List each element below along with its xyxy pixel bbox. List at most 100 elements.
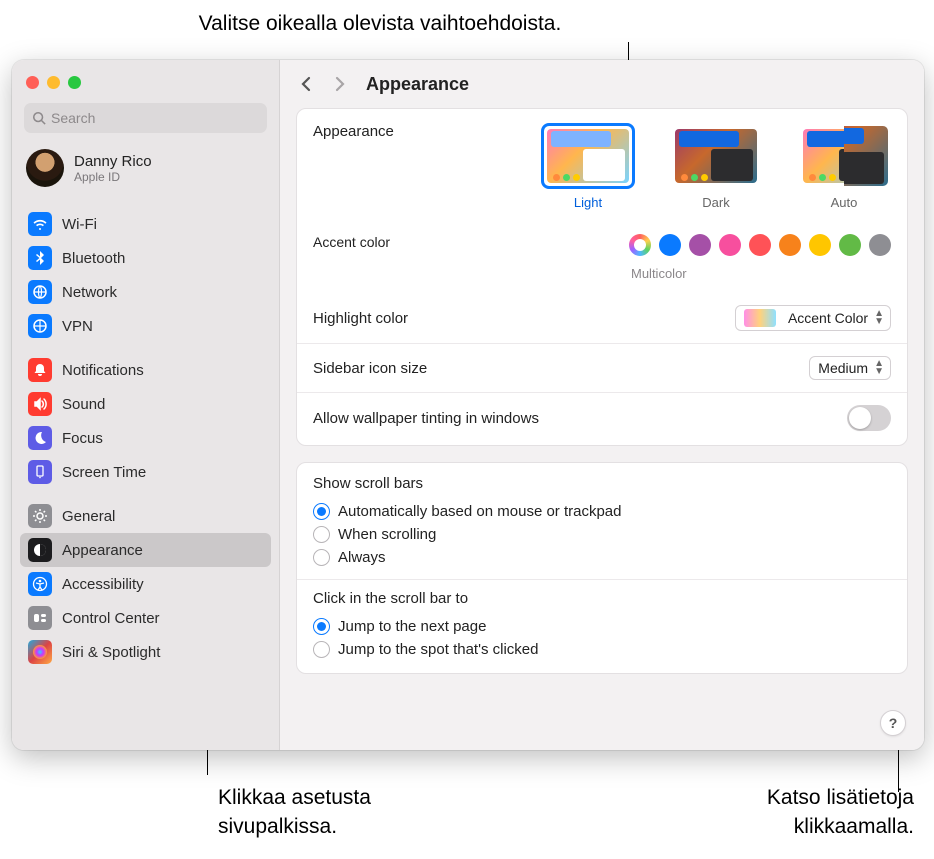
accent-swatch-6[interactable] bbox=[809, 234, 831, 256]
radio-label: Automatically based on mouse or trackpad bbox=[338, 503, 621, 520]
sidebar-size-value: Medium bbox=[818, 360, 868, 376]
radio-label: Jump to the spot that's clicked bbox=[338, 641, 538, 658]
sidebar-item-label: Wi-Fi bbox=[62, 216, 97, 233]
sidebar-item-network[interactable]: Network bbox=[20, 275, 271, 309]
highlight-swatch-icon bbox=[744, 309, 776, 327]
highlight-select[interactable]: Accent Color ▲▼ bbox=[735, 305, 891, 331]
sidebar-item-wifi[interactable]: Wi-Fi bbox=[20, 207, 271, 241]
sidebar-item-label: Accessibility bbox=[62, 576, 144, 593]
settings-window: Search Danny Rico Apple ID Wi-Fi Bluetoo… bbox=[12, 60, 924, 750]
sidebar-item-label: Screen Time bbox=[62, 464, 146, 481]
sidebar-item-label: VPN bbox=[62, 318, 93, 335]
scroll-panel: Show scroll bars Automatically based on … bbox=[296, 462, 908, 674]
accent-swatch-7[interactable] bbox=[839, 234, 861, 256]
callout-text: Katso lisätietoja bbox=[767, 786, 914, 809]
scroll-option-2[interactable]: Always bbox=[313, 546, 891, 569]
highlight-label: Highlight color bbox=[313, 310, 408, 327]
bluetooth-icon bbox=[28, 246, 52, 270]
accent-swatch-2[interactable] bbox=[689, 234, 711, 256]
accent-selected-name: Multicolor bbox=[631, 266, 687, 281]
accent-swatch-1[interactable] bbox=[659, 234, 681, 256]
forward-button[interactable] bbox=[326, 70, 354, 98]
control-center-icon bbox=[28, 606, 52, 630]
screen-time-icon bbox=[28, 460, 52, 484]
scroll-option-1[interactable]: When scrolling bbox=[313, 523, 891, 546]
search-icon bbox=[32, 111, 46, 125]
zoom-button[interactable] bbox=[68, 76, 81, 89]
general-icon bbox=[28, 504, 52, 528]
appearance-label: Appearance bbox=[313, 123, 394, 140]
sidebar-item-vpn[interactable]: VPN bbox=[20, 309, 271, 343]
radio-icon bbox=[313, 503, 330, 520]
main-area: Appearance Appearance Light Dark Auto bbox=[280, 60, 924, 750]
sidebar-group-3: General Appearance Accessibility Control… bbox=[12, 497, 279, 671]
back-button[interactable] bbox=[292, 70, 320, 98]
accent-swatch-4[interactable] bbox=[749, 234, 771, 256]
scroll-option-0[interactable]: Automatically based on mouse or trackpad bbox=[313, 500, 891, 523]
sidebar-item-control-center[interactable]: Control Center bbox=[20, 601, 271, 635]
radio-icon bbox=[313, 526, 330, 543]
sidebar-item-label: Focus bbox=[62, 430, 103, 447]
accessibility-icon bbox=[28, 572, 52, 596]
siri-icon bbox=[28, 640, 52, 664]
sidebar-item-screen-time[interactable]: Screen Time bbox=[20, 455, 271, 489]
accent-swatch-3[interactable] bbox=[719, 234, 741, 256]
theme-option-auto[interactable]: Auto bbox=[797, 123, 891, 210]
profile-sub: Apple ID bbox=[74, 170, 152, 184]
help-button[interactable]: ? bbox=[880, 710, 906, 736]
theme-label: Light bbox=[574, 195, 602, 210]
sidebar-item-label: Appearance bbox=[62, 542, 143, 559]
accent-swatches bbox=[629, 234, 891, 256]
chevron-updown-icon: ▲▼ bbox=[874, 360, 884, 376]
appearance-icon bbox=[28, 538, 52, 562]
sidebar-group-1: Wi-Fi Bluetooth Network VPN bbox=[12, 205, 279, 345]
sound-icon bbox=[28, 392, 52, 416]
notifications-icon bbox=[28, 358, 52, 382]
sidebar-item-appearance[interactable]: Appearance bbox=[20, 533, 271, 567]
toolbar: Appearance bbox=[280, 60, 924, 108]
profile-row[interactable]: Danny Rico Apple ID bbox=[12, 143, 279, 199]
sidebar-item-label: Network bbox=[62, 284, 117, 301]
sidebar-size-label: Sidebar icon size bbox=[313, 360, 427, 377]
sidebar-item-label: General bbox=[62, 508, 115, 525]
sidebar-item-bluetooth[interactable]: Bluetooth bbox=[20, 241, 271, 275]
theme-option-dark[interactable]: Dark bbox=[669, 123, 763, 210]
radio-label: When scrolling bbox=[338, 526, 436, 543]
accent-swatch-8[interactable] bbox=[869, 234, 891, 256]
sidebar-item-sound[interactable]: Sound bbox=[20, 387, 271, 421]
theme-label: Dark bbox=[702, 195, 729, 210]
callout-bottom-right: Katso lisätietoja klikkaamalla. bbox=[767, 784, 914, 841]
wallpaper-label: Allow wallpaper tinting in windows bbox=[313, 410, 539, 427]
window-controls bbox=[12, 68, 279, 99]
accent-swatch-0[interactable] bbox=[629, 234, 651, 256]
sidebar-item-label: Siri & Spotlight bbox=[62, 644, 160, 661]
sidebar-item-label: Bluetooth bbox=[62, 250, 125, 267]
minimize-button[interactable] bbox=[47, 76, 60, 89]
sidebar-item-siri[interactable]: Siri & Spotlight bbox=[20, 635, 271, 669]
callout-text: Klikkaa asetusta bbox=[218, 786, 371, 809]
theme-option-light[interactable]: Light bbox=[541, 123, 635, 210]
callout-bottom-left: Klikkaa asetusta sivupalkissa. bbox=[218, 784, 371, 841]
chevron-updown-icon: ▲▼ bbox=[874, 310, 884, 326]
radio-icon bbox=[313, 549, 330, 566]
sidebar-item-accessibility[interactable]: Accessibility bbox=[20, 567, 271, 601]
radio-icon bbox=[313, 641, 330, 658]
radio-icon bbox=[313, 618, 330, 635]
search-input[interactable]: Search bbox=[24, 103, 267, 133]
sidebar-item-general[interactable]: General bbox=[20, 499, 271, 533]
appearance-panel: Appearance Light Dark Auto Accent color bbox=[296, 108, 908, 446]
sidebar-item-focus[interactable]: Focus bbox=[20, 421, 271, 455]
close-button[interactable] bbox=[26, 76, 39, 89]
click-option-0[interactable]: Jump to the next page bbox=[313, 615, 891, 638]
wallpaper-toggle[interactable] bbox=[847, 405, 891, 431]
sidebar-item-notifications[interactable]: Notifications bbox=[20, 353, 271, 387]
click-option-1[interactable]: Jump to the spot that's clicked bbox=[313, 638, 891, 661]
accent-swatch-5[interactable] bbox=[779, 234, 801, 256]
vpn-icon bbox=[28, 314, 52, 338]
sidebar-size-select[interactable]: Medium ▲▼ bbox=[809, 356, 891, 380]
highlight-row: Highlight color Accent Color ▲▼ bbox=[297, 293, 907, 343]
accent-row: Accent color Multicolor bbox=[297, 222, 907, 293]
highlight-value: Accent Color bbox=[788, 310, 868, 326]
radio-label: Always bbox=[338, 549, 386, 566]
callout-text: sivupalkissa. bbox=[218, 815, 337, 838]
